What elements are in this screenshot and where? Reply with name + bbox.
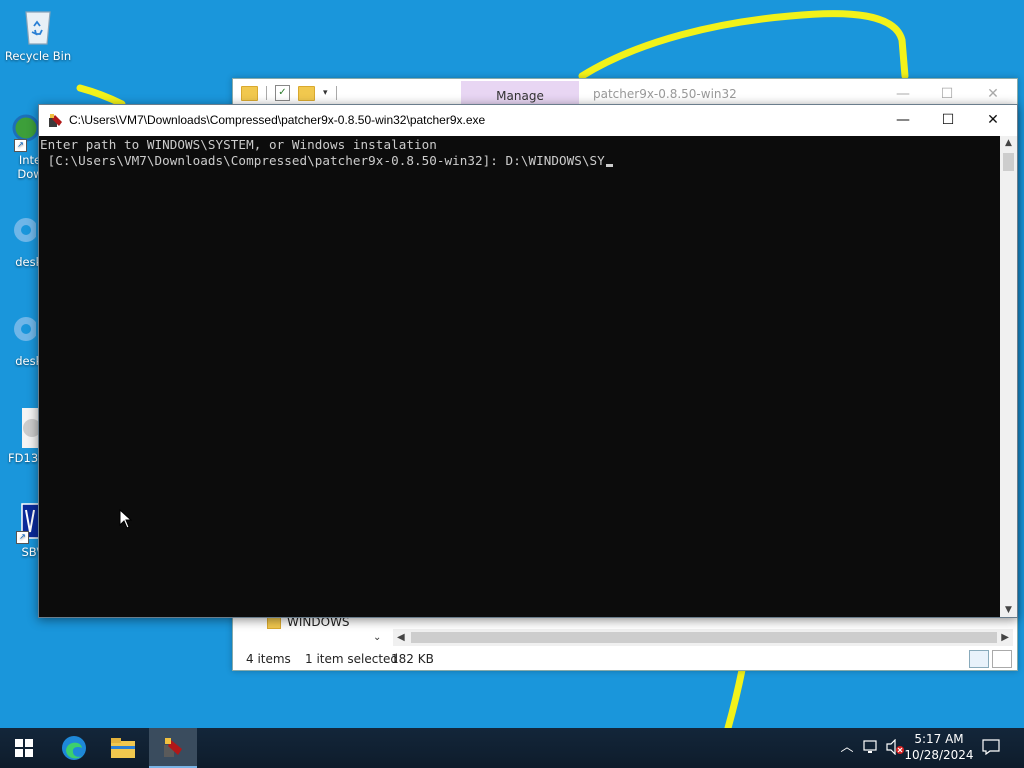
gear-icon bbox=[0, 311, 38, 351]
console-title-bar[interactable]: C:\Users\VM7\Downloads\Compressed\patche… bbox=[39, 105, 1017, 136]
patcher-app-icon bbox=[49, 114, 62, 127]
new-folder-icon[interactable] bbox=[298, 85, 315, 101]
folder-icon[interactable] bbox=[241, 85, 258, 101]
chevron-down-icon[interactable]: ⌄ bbox=[373, 632, 381, 643]
maximize-icon[interactable]: ☐ bbox=[927, 83, 967, 105]
large-icons-view-icon[interactable] bbox=[992, 650, 1012, 668]
text-cursor bbox=[605, 164, 613, 167]
patcher-app-icon bbox=[164, 738, 182, 757]
scroll-down-icon[interactable]: ▼ bbox=[1000, 605, 1017, 615]
quick-access-toolbar: ✓ ▾ bbox=[241, 85, 337, 101]
explorer-window-title: patcher9x-0.8.50-win32 bbox=[593, 87, 737, 101]
console-window[interactable]: C:\Users\VM7\Downloads\Compressed\patche… bbox=[38, 104, 1018, 618]
taskbar-file-explorer-button[interactable] bbox=[99, 728, 147, 768]
clock-time: 5:17 AM bbox=[914, 732, 964, 746]
windows-logo-icon bbox=[15, 739, 33, 757]
desktop: Recycle Bin ↗ Inte Dow deskt deskt FD13L… bbox=[0, 0, 1024, 728]
minimize-icon[interactable]: — bbox=[883, 83, 923, 105]
mouse-pointer-icon bbox=[119, 509, 133, 529]
selection-count: 1 item selected bbox=[305, 652, 399, 666]
console-prompt-line-1: Enter path to WINDOWS\SYSTEM, or Windows… bbox=[40, 137, 437, 152]
shortcut-arrow-icon: ↗ bbox=[14, 139, 27, 152]
selection-size: 182 KB bbox=[391, 652, 434, 666]
app-logo-icon: ↗ bbox=[0, 502, 41, 544]
close-icon[interactable]: ✕ bbox=[973, 83, 1013, 105]
vertical-scrollbar[interactable]: ▲ ▼ bbox=[1000, 136, 1017, 617]
toolbar-divider bbox=[335, 86, 337, 100]
network-icon[interactable] bbox=[862, 739, 880, 757]
edge-browser-icon bbox=[62, 736, 86, 760]
notifications-icon[interactable] bbox=[982, 739, 1000, 757]
customize-toolbar-icon[interactable]: ▾ bbox=[323, 88, 328, 98]
taskbar-patcher-button[interactable] bbox=[149, 728, 197, 768]
properties-icon[interactable]: ✓ bbox=[275, 85, 290, 101]
recycle-bin-icon bbox=[18, 6, 58, 46]
status-bar: 4 items 1 item selected 182 KB bbox=[233, 649, 1017, 669]
show-hidden-icons-chevron-icon[interactable]: ︿ bbox=[838, 739, 856, 757]
scrollbar-thumb[interactable] bbox=[411, 632, 997, 643]
horizontal-scrollbar[interactable]: ◀ ▶ bbox=[393, 629, 1013, 646]
taskbar-edge-button[interactable] bbox=[50, 728, 98, 768]
item-count: 4 items bbox=[246, 652, 291, 666]
recycle-bin-label: Recycle Bin bbox=[4, 49, 72, 63]
console-input-line[interactable]: [C:\Users\VM7\Downloads\Compressed\patch… bbox=[40, 153, 613, 168]
taskbar: ︿ 5:17 AM 10/28/2024 bbox=[0, 728, 1024, 768]
file-explorer-icon bbox=[111, 738, 135, 758]
scroll-left-icon[interactable]: ◀ bbox=[397, 629, 405, 646]
start-button[interactable] bbox=[0, 728, 48, 768]
globe-icon: ↗ bbox=[0, 110, 40, 152]
toolbar-divider bbox=[266, 86, 267, 100]
minimize-icon[interactable]: — bbox=[880, 105, 926, 135]
gear-icon bbox=[0, 212, 38, 252]
console-window-title: C:\Users\VM7\Downloads\Compressed\patche… bbox=[69, 113, 486, 127]
recycle-bin-desktop-icon[interactable]: Recycle Bin bbox=[0, 6, 76, 63]
scroll-right-icon[interactable]: ▶ bbox=[1001, 629, 1009, 646]
maximize-icon[interactable]: ☐ bbox=[925, 105, 971, 135]
scroll-up-icon[interactable]: ▲ bbox=[1000, 138, 1017, 148]
console-input-text: [C:\Users\VM7\Downloads\Compressed\patch… bbox=[40, 153, 605, 168]
shortcut-arrow-icon: ↗ bbox=[16, 531, 29, 544]
close-icon[interactable]: ✕ bbox=[970, 105, 1016, 135]
system-clock[interactable]: 5:17 AM 10/28/2024 bbox=[902, 731, 976, 763]
console-output[interactable]: Enter path to WINDOWS\SYSTEM, or Windows… bbox=[39, 136, 999, 617]
sb-label: SB\ bbox=[21, 545, 41, 559]
scrollbar-thumb[interactable] bbox=[1003, 153, 1014, 171]
disc-icon bbox=[0, 408, 41, 448]
details-view-icon[interactable] bbox=[969, 650, 989, 668]
clock-date: 10/28/2024 bbox=[904, 748, 974, 762]
